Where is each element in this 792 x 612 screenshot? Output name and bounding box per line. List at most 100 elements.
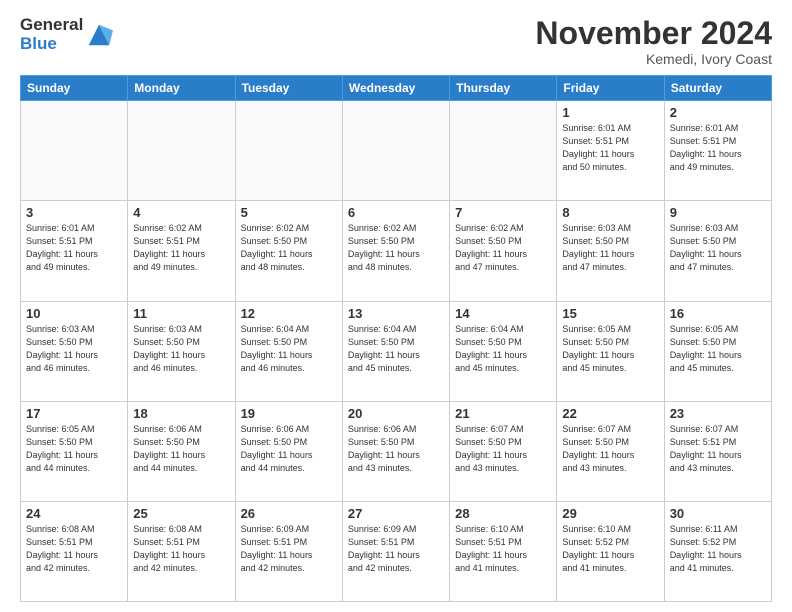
- calendar-cell: [21, 101, 128, 201]
- calendar-week-4: 24 Sunrise: 6:08 AM Sunset: 5:51 PM Dayli…: [21, 501, 772, 601]
- day-number: 1: [562, 105, 658, 120]
- day-info: Sunrise: 6:01 AM Sunset: 5:51 PM Dayligh…: [562, 122, 658, 174]
- day-info: Sunrise: 6:10 AM Sunset: 5:51 PM Dayligh…: [455, 523, 551, 575]
- day-info: Sunrise: 6:11 AM Sunset: 5:52 PM Dayligh…: [670, 523, 766, 575]
- calendar-cell: 15 Sunrise: 6:05 AM Sunset: 5:50 PM Dayli…: [557, 301, 664, 401]
- day-number: 21: [455, 406, 551, 421]
- day-info: Sunrise: 6:09 AM Sunset: 5:51 PM Dayligh…: [241, 523, 337, 575]
- calendar-header-tuesday: Tuesday: [235, 76, 342, 101]
- calendar-cell: 9Sunrise: 6:03 AM Sunset: 5:50 PM Daylig…: [664, 201, 771, 301]
- day-number: 22: [562, 406, 658, 421]
- calendar-cell: [450, 101, 557, 201]
- day-info: Sunrise: 6:02 AM Sunset: 5:50 PM Dayligh…: [348, 222, 444, 274]
- day-info: Sunrise: 6:07 AM Sunset: 5:51 PM Dayligh…: [670, 423, 766, 475]
- day-number: 11: [133, 306, 229, 321]
- day-info: Sunrise: 6:08 AM Sunset: 5:51 PM Dayligh…: [133, 523, 229, 575]
- header: General Blue November 2024 Kemedi, Ivory…: [20, 16, 772, 67]
- day-number: 3: [26, 205, 122, 220]
- calendar-cell: 11Sunrise: 6:03 AM Sunset: 5:50 PM Dayli…: [128, 301, 235, 401]
- day-number: 16: [670, 306, 766, 321]
- calendar-cell: 12Sunrise: 6:04 AM Sunset: 5:50 PM Dayli…: [235, 301, 342, 401]
- calendar-cell: 18 Sunrise: 6:06 AM Sunset: 5:50 PM Dayli…: [128, 401, 235, 501]
- calendar-cell: 26 Sunrise: 6:09 AM Sunset: 5:51 PM Dayli…: [235, 501, 342, 601]
- day-number: 17: [26, 406, 122, 421]
- location: Kemedi, Ivory Coast: [535, 51, 772, 67]
- day-number: 24: [26, 506, 122, 521]
- calendar-cell: 16 Sunrise: 6:05 AM Sunset: 5:50 PM Dayli…: [664, 301, 771, 401]
- calendar-cell: 7Sunrise: 6:02 AM Sunset: 5:50 PM Daylig…: [450, 201, 557, 301]
- calendar-cell: [235, 101, 342, 201]
- day-number: 7: [455, 205, 551, 220]
- day-number: 9: [670, 205, 766, 220]
- calendar-cell: 4 Sunrise: 6:02 AM Sunset: 5:51 PM Daylig…: [128, 201, 235, 301]
- day-number: 6: [348, 205, 444, 220]
- day-number: 2: [670, 105, 766, 120]
- title-area: November 2024 Kemedi, Ivory Coast: [535, 16, 772, 67]
- calendar-cell: 17 Sunrise: 6:05 AM Sunset: 5:50 PM Dayli…: [21, 401, 128, 501]
- calendar-cell: 6 Sunrise: 6:02 AM Sunset: 5:50 PM Daylig…: [342, 201, 449, 301]
- calendar-cell: 20Sunrise: 6:06 AM Sunset: 5:50 PM Dayli…: [342, 401, 449, 501]
- calendar-cell: 30 Sunrise: 6:11 AM Sunset: 5:52 PM Dayli…: [664, 501, 771, 601]
- day-info: Sunrise: 6:05 AM Sunset: 5:50 PM Dayligh…: [26, 423, 122, 475]
- month-title: November 2024: [535, 16, 772, 51]
- calendar-header-wednesday: Wednesday: [342, 76, 449, 101]
- day-number: 5: [241, 205, 337, 220]
- day-number: 8: [562, 205, 658, 220]
- day-number: 28: [455, 506, 551, 521]
- day-info: Sunrise: 6:04 AM Sunset: 5:50 PM Dayligh…: [241, 323, 337, 375]
- day-number: 20: [348, 406, 444, 421]
- calendar-cell: 2Sunrise: 6:01 AM Sunset: 5:51 PM Daylig…: [664, 101, 771, 201]
- calendar-header-friday: Friday: [557, 76, 664, 101]
- day-number: 25: [133, 506, 229, 521]
- day-info: Sunrise: 6:05 AM Sunset: 5:50 PM Dayligh…: [562, 323, 658, 375]
- logo-blue: Blue: [20, 35, 83, 54]
- day-number: 29: [562, 506, 658, 521]
- calendar-cell: 29 Sunrise: 6:10 AM Sunset: 5:52 PM Dayli…: [557, 501, 664, 601]
- day-number: 26: [241, 506, 337, 521]
- calendar-week-2: 10Sunrise: 6:03 AM Sunset: 5:50 PM Dayli…: [21, 301, 772, 401]
- logo: General Blue: [20, 16, 113, 53]
- calendar-cell: 28 Sunrise: 6:10 AM Sunset: 5:51 PM Dayli…: [450, 501, 557, 601]
- day-number: 15: [562, 306, 658, 321]
- day-info: Sunrise: 6:03 AM Sunset: 5:50 PM Dayligh…: [562, 222, 658, 274]
- day-number: 23: [670, 406, 766, 421]
- day-info: Sunrise: 6:08 AM Sunset: 5:51 PM Dayligh…: [26, 523, 122, 575]
- calendar-cell: 25 Sunrise: 6:08 AM Sunset: 5:51 PM Dayli…: [128, 501, 235, 601]
- calendar-week-1: 3 Sunrise: 6:01 AM Sunset: 5:51 PM Daylig…: [21, 201, 772, 301]
- calendar-header-saturday: Saturday: [664, 76, 771, 101]
- day-info: Sunrise: 6:04 AM Sunset: 5:50 PM Dayligh…: [348, 323, 444, 375]
- calendar-cell: 14Sunrise: 6:04 AM Sunset: 5:50 PM Dayli…: [450, 301, 557, 401]
- day-number: 30: [670, 506, 766, 521]
- page: General Blue November 2024 Kemedi, Ivory…: [0, 0, 792, 612]
- calendar-week-0: 1 Sunrise: 6:01 AM Sunset: 5:51 PM Daylig…: [21, 101, 772, 201]
- day-info: Sunrise: 6:06 AM Sunset: 5:50 PM Dayligh…: [133, 423, 229, 475]
- calendar-cell: 10Sunrise: 6:03 AM Sunset: 5:50 PM Dayli…: [21, 301, 128, 401]
- day-info: Sunrise: 6:07 AM Sunset: 5:50 PM Dayligh…: [455, 423, 551, 475]
- logo-text: General Blue: [20, 16, 83, 53]
- calendar-cell: 1 Sunrise: 6:01 AM Sunset: 5:51 PM Daylig…: [557, 101, 664, 201]
- day-number: 27: [348, 506, 444, 521]
- day-info: Sunrise: 6:05 AM Sunset: 5:50 PM Dayligh…: [670, 323, 766, 375]
- day-info: Sunrise: 6:02 AM Sunset: 5:51 PM Dayligh…: [133, 222, 229, 274]
- day-number: 4: [133, 205, 229, 220]
- day-number: 19: [241, 406, 337, 421]
- calendar-header-sunday: Sunday: [21, 76, 128, 101]
- day-number: 14: [455, 306, 551, 321]
- day-info: Sunrise: 6:09 AM Sunset: 5:51 PM Dayligh…: [348, 523, 444, 575]
- day-info: Sunrise: 6:06 AM Sunset: 5:50 PM Dayligh…: [241, 423, 337, 475]
- day-info: Sunrise: 6:07 AM Sunset: 5:50 PM Dayligh…: [562, 423, 658, 475]
- calendar-cell: 13 Sunrise: 6:04 AM Sunset: 5:50 PM Dayli…: [342, 301, 449, 401]
- calendar-cell: 19 Sunrise: 6:06 AM Sunset: 5:50 PM Dayli…: [235, 401, 342, 501]
- day-number: 13: [348, 306, 444, 321]
- day-info: Sunrise: 6:02 AM Sunset: 5:50 PM Dayligh…: [241, 222, 337, 274]
- calendar-header-thursday: Thursday: [450, 76, 557, 101]
- calendar-cell: 27 Sunrise: 6:09 AM Sunset: 5:51 PM Dayli…: [342, 501, 449, 601]
- day-number: 18: [133, 406, 229, 421]
- calendar-week-3: 17 Sunrise: 6:05 AM Sunset: 5:50 PM Dayli…: [21, 401, 772, 501]
- calendar-cell: 5 Sunrise: 6:02 AM Sunset: 5:50 PM Daylig…: [235, 201, 342, 301]
- day-info: Sunrise: 6:01 AM Sunset: 5:51 PM Dayligh…: [26, 222, 122, 274]
- day-info: Sunrise: 6:03 AM Sunset: 5:50 PM Dayligh…: [26, 323, 122, 375]
- calendar-cell: 22 Sunrise: 6:07 AM Sunset: 5:50 PM Dayli…: [557, 401, 664, 501]
- calendar-header-monday: Monday: [128, 76, 235, 101]
- day-info: Sunrise: 6:10 AM Sunset: 5:52 PM Dayligh…: [562, 523, 658, 575]
